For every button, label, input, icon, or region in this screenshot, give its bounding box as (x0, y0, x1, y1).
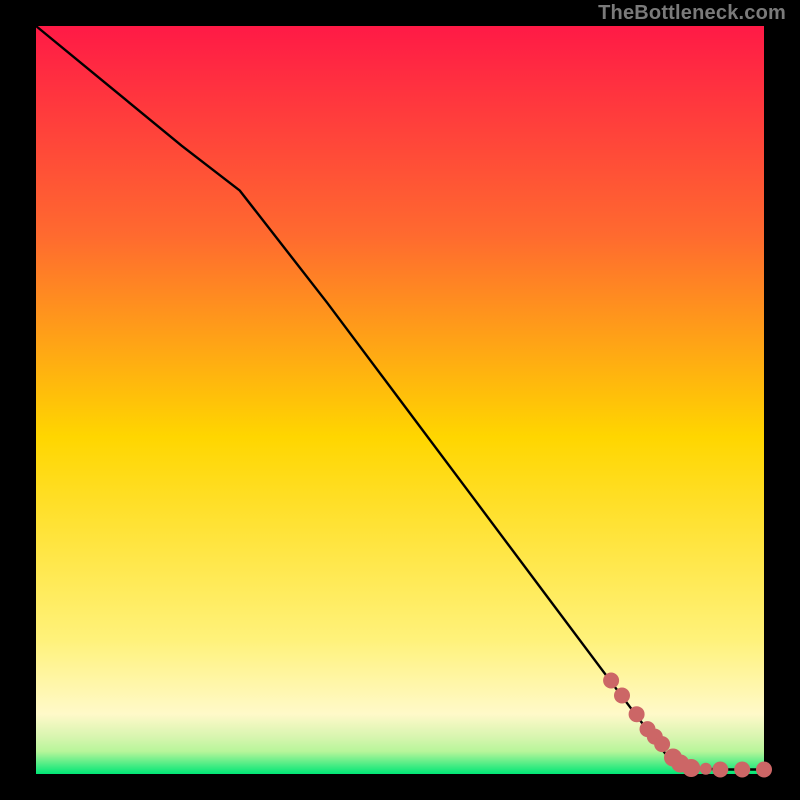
marker-point (603, 673, 619, 689)
marker-point (700, 763, 712, 775)
marker-point (614, 688, 630, 704)
marker-point (734, 762, 750, 778)
marker-point (712, 762, 728, 778)
marker-point (629, 706, 645, 722)
marker-point (654, 736, 670, 752)
marker-point (756, 762, 772, 778)
chart-svg (0, 0, 800, 800)
chart-container: TheBottleneck.com (0, 0, 800, 800)
attribution-label: TheBottleneck.com (598, 2, 786, 25)
marker-point (682, 759, 700, 777)
